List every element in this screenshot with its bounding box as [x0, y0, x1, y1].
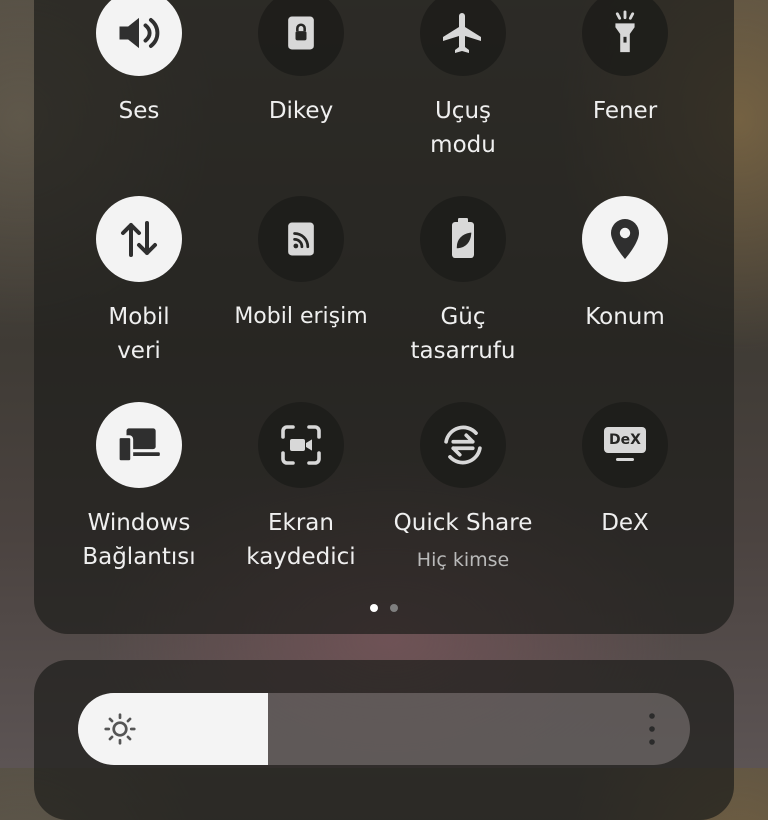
airplane-icon — [443, 13, 481, 53]
tile-mobile-data-label: Mobil veri — [108, 304, 170, 364]
tile-link-to-windows-label: Windows Bağlantısı — [82, 510, 196, 570]
tile-quick-share-button[interactable] — [420, 402, 506, 488]
sun-icon — [104, 713, 136, 745]
tile-power-saving-button[interactable] — [420, 196, 506, 282]
tile-quick-share-label: Quick Share — [393, 510, 533, 536]
tile-power-saving-label: Güç tasarrufu — [410, 304, 516, 364]
mobile-data-icon — [121, 221, 157, 257]
quick-share-icon — [444, 425, 482, 465]
power-saving-icon — [452, 218, 474, 258]
page-dot-active — [370, 604, 378, 612]
tile-airplane-label: Uçuş modu — [430, 98, 496, 158]
tile-quick-share-status: Hiç kimse — [416, 549, 510, 571]
flashlight-icon — [615, 10, 635, 53]
tile-hotspot-button[interactable] — [258, 196, 344, 282]
link-to-windows-icon — [116, 428, 160, 464]
tile-portrait-label: Dikey — [268, 98, 334, 124]
page-dot-inactive — [390, 604, 398, 612]
tile-link-to-windows-button[interactable] — [96, 402, 182, 488]
tile-sound-label: Ses — [118, 98, 160, 124]
dex-icon-text: DeX — [609, 432, 641, 448]
tile-location-label: Konum — [585, 304, 665, 330]
brightness-slider[interactable] — [78, 693, 690, 765]
hotspot-icon — [288, 222, 314, 256]
screen-recorder-icon — [281, 425, 321, 465]
tile-hotspot-label: Mobil erişim — [234, 304, 368, 329]
tile-screen-recorder-button[interactable] — [258, 402, 344, 488]
portrait-lock-icon — [288, 16, 314, 50]
tile-mobile-data-button[interactable] — [96, 196, 182, 282]
location-icon — [611, 219, 639, 259]
tile-dex-label: DeX — [601, 510, 649, 536]
more-options-icon[interactable] — [640, 711, 664, 747]
dex-icon: DeX — [602, 425, 648, 465]
tile-dex-button[interactable]: DeX — [582, 402, 668, 488]
tile-location-button[interactable] — [582, 196, 668, 282]
tile-flashlight-label: Fener — [592, 98, 658, 124]
tile-screen-recorder-label: Ekran kaydedici — [246, 510, 356, 570]
volume-icon — [119, 17, 160, 49]
